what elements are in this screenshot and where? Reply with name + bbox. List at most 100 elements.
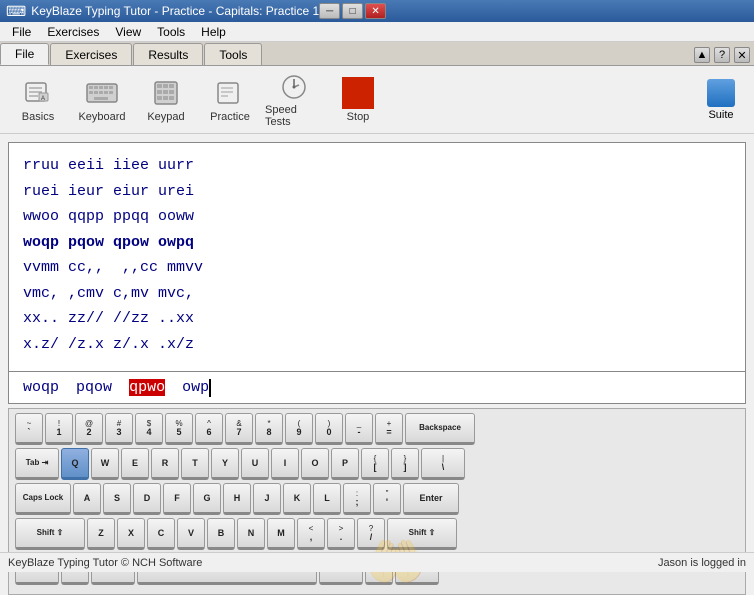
key-e[interactable]: E	[121, 448, 149, 480]
key-l[interactable]: L	[313, 483, 341, 515]
key-shift-left[interactable]: Shift ⇧	[15, 518, 85, 550]
key-p[interactable]: P	[331, 448, 359, 480]
key-k[interactable]: K	[283, 483, 311, 515]
key-w[interactable]: W	[91, 448, 119, 480]
key-lbracket[interactable]: {[	[361, 448, 389, 480]
basics-icon: A	[22, 77, 54, 109]
keyboard-label: Keyboard	[78, 111, 125, 123]
practice-line-5: vmc, ,cmv c,mv mvc,	[23, 281, 731, 307]
key-minus[interactable]: _-	[345, 413, 373, 445]
tab-tools[interactable]: Tools	[204, 43, 262, 65]
input-area[interactable]: woqp pqow qpwo owp	[8, 372, 746, 404]
basics-label: Basics	[22, 111, 54, 123]
practice-line-2: wwoo qqpp ppqq ooww	[23, 204, 731, 230]
keyboard-row-asdf: Caps Lock A S D F G H J K L :; "' Enter	[15, 483, 739, 515]
key-z[interactable]: Z	[87, 518, 115, 550]
key-backtick[interactable]: ~`	[15, 413, 43, 445]
practice-line-0: rruu eeii iiee uurr	[23, 153, 731, 179]
tab-bar: File Exercises Results Tools ▲ ? ✕	[0, 42, 754, 66]
practice-button[interactable]: Practice	[200, 71, 260, 129]
tab-file[interactable]: File	[0, 43, 49, 65]
key-q[interactable]: Q	[61, 448, 89, 480]
key-7[interactable]: &7	[225, 413, 253, 445]
svg-text:A: A	[41, 96, 45, 102]
nav-up-button[interactable]: ▲	[694, 47, 710, 63]
key-d[interactable]: D	[133, 483, 161, 515]
tab-results[interactable]: Results	[133, 43, 203, 65]
key-f[interactable]: F	[163, 483, 191, 515]
keyboard-row-numbers: ~` !1 @2 #3 $4 %5 ^6 &7 *8 (9 )0 _- += B…	[15, 413, 739, 445]
key-9[interactable]: (9	[285, 413, 313, 445]
key-s[interactable]: S	[103, 483, 131, 515]
key-tab[interactable]: Tab ⇥	[15, 448, 59, 480]
window-title: KeyBlaze Typing Tutor - Practice - Capit…	[31, 4, 319, 18]
help-button[interactable]: ?	[714, 47, 730, 63]
tab-exercises[interactable]: Exercises	[50, 43, 132, 65]
menu-file[interactable]: File	[4, 23, 39, 41]
key-i[interactable]: I	[271, 448, 299, 480]
practice-line-6: xx.. zz// //zz ..xx	[23, 306, 731, 332]
key-h[interactable]: H	[223, 483, 251, 515]
key-m[interactable]: M	[267, 518, 295, 550]
keypad-button[interactable]: Keypad	[136, 71, 196, 129]
key-8[interactable]: *8	[255, 413, 283, 445]
key-4[interactable]: $4	[135, 413, 163, 445]
practice-label: Practice	[210, 111, 250, 123]
practice-line-7: x.z/ /z.x z/.x .x/z	[23, 332, 731, 358]
key-5[interactable]: %5	[165, 413, 193, 445]
status-right: Jason is logged in	[658, 557, 746, 569]
key-quote[interactable]: "'	[373, 483, 401, 515]
key-capslock[interactable]: Caps Lock	[15, 483, 71, 515]
key-semicolon[interactable]: :;	[343, 483, 371, 515]
key-equals[interactable]: +=	[375, 413, 403, 445]
speed-tests-button[interactable]: Speed Tests	[264, 71, 324, 129]
title-icon: ⌨	[6, 3, 26, 20]
stop-label: Stop	[347, 111, 370, 123]
practice-line-4: vvmm cc,, ,,cc mmvv	[23, 255, 731, 281]
key-enter[interactable]: Enter	[403, 483, 459, 515]
menu-tools[interactable]: Tools	[149, 23, 193, 41]
key-b[interactable]: B	[207, 518, 235, 550]
menu-exercises[interactable]: Exercises	[39, 23, 107, 41]
key-c[interactable]: C	[147, 518, 175, 550]
key-3[interactable]: #3	[105, 413, 133, 445]
key-comma[interactable]: <,	[297, 518, 325, 550]
keyboard-button[interactable]: Keyboard	[72, 71, 132, 129]
tab-right-controls: ▲ ? ✕	[694, 47, 754, 65]
maximize-button[interactable]: □	[342, 3, 363, 19]
practice-line-1: ruei ieur eiur urei	[23, 179, 731, 205]
key-backslash[interactable]: |\	[421, 448, 465, 480]
stop-button[interactable]: Stop	[328, 71, 388, 129]
key-a[interactable]: A	[73, 483, 101, 515]
key-y[interactable]: Y	[211, 448, 239, 480]
suite-button[interactable]: Suite	[696, 71, 746, 129]
key-o[interactable]: O	[301, 448, 329, 480]
key-r[interactable]: R	[151, 448, 179, 480]
key-backspace[interactable]: Backspace	[405, 413, 475, 445]
key-0[interactable]: )0	[315, 413, 343, 445]
key-shift-right[interactable]: Shift ⇧	[387, 518, 457, 550]
key-v[interactable]: V	[177, 518, 205, 550]
key-j[interactable]: J	[253, 483, 281, 515]
keypad-icon	[150, 77, 182, 109]
key-1[interactable]: !1	[45, 413, 73, 445]
menu-view[interactable]: View	[107, 23, 149, 41]
menu-help[interactable]: Help	[193, 23, 234, 41]
key-slash[interactable]: ?/	[357, 518, 385, 550]
key-n[interactable]: N	[237, 518, 265, 550]
minimize-button[interactable]: ─	[319, 3, 340, 19]
key-t[interactable]: T	[181, 448, 209, 480]
key-x[interactable]: X	[117, 518, 145, 550]
key-rbracket[interactable]: }]	[391, 448, 419, 480]
key-period[interactable]: >.	[327, 518, 355, 550]
close-button[interactable]: ✕	[365, 3, 386, 19]
basics-button[interactable]: A Basics	[8, 71, 68, 129]
key-6[interactable]: ^6	[195, 413, 223, 445]
typed-word-1: pqow	[76, 379, 112, 396]
key-g[interactable]: G	[193, 483, 221, 515]
nav-close-button[interactable]: ✕	[734, 47, 750, 63]
speed-tests-label: Speed Tests	[265, 104, 323, 128]
key-u[interactable]: U	[241, 448, 269, 480]
stop-icon	[342, 77, 374, 109]
key-2[interactable]: @2	[75, 413, 103, 445]
